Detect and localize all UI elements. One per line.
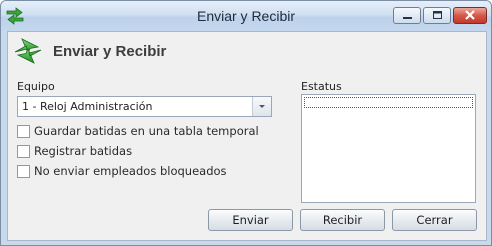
checkbox-label: Guardar batidas en una tabla temporal [34,124,259,138]
dialog-window: Enviar y Recibir Enviar y Recibir Equipo… [0,0,492,246]
chevron-down-icon [259,105,265,108]
minimize-button[interactable] [393,7,421,24]
checkbox-label: No enviar empleados bloqueados [34,164,227,178]
checkbox-box[interactable] [17,145,30,158]
checkbox-box[interactable] [17,165,30,178]
maximize-button[interactable] [423,7,451,24]
status-list[interactable] [301,94,476,203]
checkbox-box[interactable] [17,125,30,138]
page-title: Enviar y Recibir [53,43,167,60]
dialog-content: Enviar y Recibir Equipo 1 - Reloj Admini… [7,31,487,241]
title-bar[interactable]: Enviar y Recibir [1,1,491,31]
maximize-icon [433,11,442,19]
equipo-select[interactable]: 1 - Reloj Administración [17,96,272,117]
equipo-selected-value: 1 - Reloj Administración [22,100,153,113]
status-list-focus-row[interactable] [304,97,473,108]
status-label: Estatus [301,80,342,93]
minimize-icon [403,17,412,19]
send-receive-arrows-icon [14,38,42,64]
close-window-button[interactable] [453,7,487,24]
close-icon [465,10,475,20]
dropdown-arrow-button[interactable] [252,97,271,116]
receive-button[interactable]: Recibir [300,209,385,231]
equipo-label: Equipo [17,80,55,93]
close-button[interactable]: Cerrar [392,209,477,231]
checkbox-label: Registrar batidas [34,144,133,158]
send-button[interactable]: Enviar [208,209,293,231]
